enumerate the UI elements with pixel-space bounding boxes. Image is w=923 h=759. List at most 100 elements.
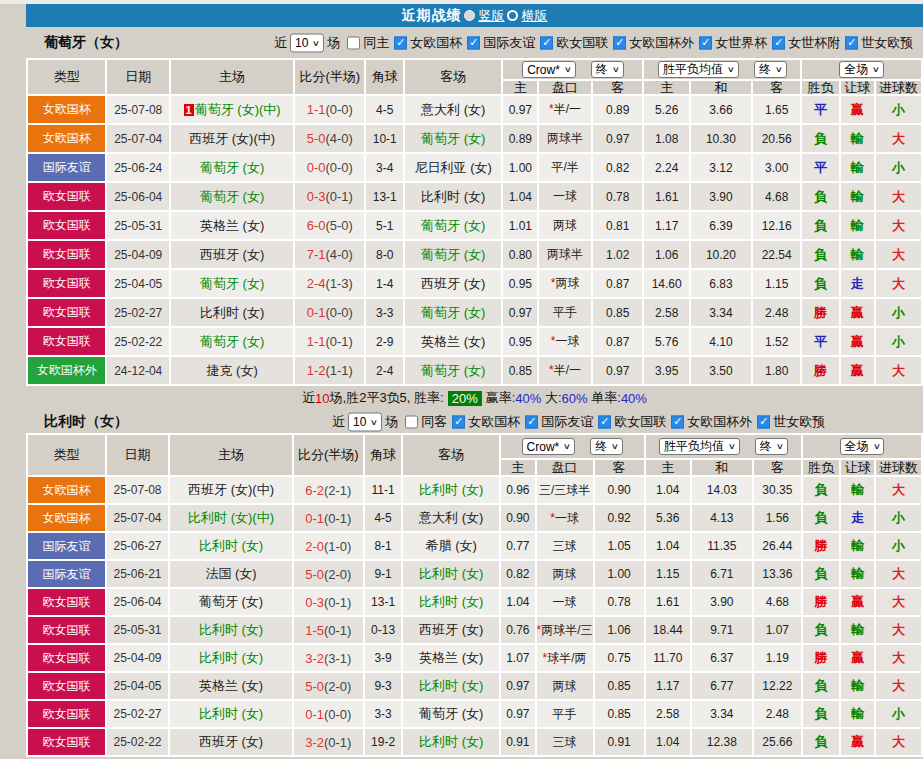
scope-select[interactable]: 全场∨	[839, 61, 884, 78]
away-team: 葡萄牙 (女)	[405, 299, 501, 326]
bookmaker-select[interactable]: Crow*∨	[522, 61, 576, 78]
results-table: 类型日期主场比分(半场)角球客场Crow*∨终∨胜平负均值∨终∨全场∨主盘口客主…	[26, 433, 923, 757]
radio-vertical-layout[interactable]	[464, 10, 475, 21]
vertical-layout-label[interactable]: 竖版	[479, 7, 505, 25]
odds-home: 0.82	[501, 561, 535, 587]
match-row: 欧女国联25-06-04葡萄牙 (女)0-3(0-1)13-1比利时 (女)1.…	[28, 589, 921, 615]
same-side-checkbox[interactable]	[347, 36, 360, 49]
odds-away: 1.06	[595, 617, 644, 643]
result-goals: 大	[876, 617, 921, 643]
handicap: 三/三球半	[537, 477, 593, 503]
score-half: (0-1)	[324, 511, 351, 526]
handicap-rate-label: 赢率:	[486, 389, 516, 407]
result-wdl: 勝	[803, 589, 839, 615]
competition-checkbox[interactable]	[613, 36, 626, 49]
score-half: (5-0)	[325, 218, 352, 233]
competition-checkbox[interactable]	[671, 415, 684, 428]
score-half: (2-0)	[324, 679, 351, 694]
corner-score: 13-1	[366, 183, 403, 210]
odds-time-select[interactable]: 终∨	[590, 438, 623, 455]
competition-checkbox[interactable]	[699, 36, 712, 49]
competition-checkbox[interactable]	[394, 36, 407, 49]
odds-away: 0.87	[593, 328, 642, 355]
competition-checkbox[interactable]	[525, 415, 538, 428]
competition-checkbox[interactable]	[845, 36, 858, 49]
match-date: 25-07-04	[107, 125, 169, 152]
avg-time-select[interactable]: 终∨	[754, 61, 787, 78]
win-rate-badge: 20%	[448, 391, 482, 406]
score-full: 0-1	[305, 511, 324, 526]
horizontal-layout-label[interactable]: 横版	[522, 7, 548, 25]
avg-win: 1.04	[646, 533, 690, 559]
match-row: 欧女国联25-06-04葡萄牙 (女)0-3(0-1)13-1比利时 (女)1.…	[28, 183, 921, 210]
odds-away: 0.87	[593, 270, 642, 297]
home-team: 西班牙 (女)	[171, 241, 293, 268]
away-team: 希腊 (女)	[403, 533, 499, 559]
scope-select[interactable]: 全场∨	[840, 438, 885, 455]
header-col-type: 类型	[28, 60, 105, 94]
match-row: 欧女国联25-02-27比利时 (女)0-1(0-0)3-3葡萄牙 (女)0.9…	[28, 299, 921, 326]
summary-count: 10	[315, 391, 329, 406]
results-table-wrap: 类型日期主场比分(半场)角球客场Crow*∨终∨胜平负均值∨终∨全场∨主盘口客主…	[26, 433, 923, 757]
match-date: 25-02-22	[107, 729, 168, 755]
bookmaker-select[interactable]: Crow*∨	[522, 438, 576, 455]
score-half: (0-0)	[325, 305, 352, 320]
competition-checkbox[interactable]	[772, 36, 785, 49]
score-full: 2-4	[307, 276, 326, 291]
header-sub-3: 主	[644, 81, 689, 94]
summary-prefix: 近	[302, 389, 315, 407]
competition-checkbox[interactable]	[452, 415, 465, 428]
odds-away: 0.97	[593, 357, 642, 384]
odds-away: 0.89	[593, 96, 642, 123]
score-half: (0-0)	[325, 160, 352, 175]
score-full: 0-3	[305, 595, 324, 610]
result-handicap: 輸	[841, 533, 874, 559]
odds-time-select[interactable]: 终∨	[591, 61, 624, 78]
corner-score: 1-4	[366, 270, 403, 297]
same-side-label: 同主	[363, 34, 389, 52]
avg-win: 1.08	[644, 125, 689, 152]
match-row: 女欧国杯25-07-08西班牙 (女)(中)6-2(2-1)11-1比利时 (女…	[28, 477, 921, 503]
filter-controls: 近10∨场同客女欧国杯国际友谊欧女国联女欧国杯外世女欧预	[332, 412, 830, 431]
home-team: 比利时 (女)	[170, 645, 292, 671]
recent-count-select[interactable]: 10∨	[290, 33, 324, 52]
avg-type-select-value: 胜平负均值	[664, 438, 724, 455]
result-handicap: 輸	[841, 125, 874, 152]
avg-draw: 10.30	[691, 125, 751, 152]
chevron-down-icon: ∨	[776, 442, 784, 451]
home-team: 比利时 (女)	[170, 701, 292, 727]
avg-type-select[interactable]: 胜平负均值∨	[658, 61, 739, 78]
avg-draw: 11.35	[692, 533, 752, 559]
same-side-checkbox[interactable]	[405, 415, 418, 428]
handicap: 平手	[537, 701, 593, 727]
team-name: 比利时（女）	[44, 413, 128, 431]
avg-draw: 6.37	[692, 645, 752, 671]
radio-horizontal-layout[interactable]	[507, 10, 518, 21]
result-wdl: 負	[802, 212, 838, 239]
competition-checkbox[interactable]	[598, 415, 611, 428]
header-sub-7: 让球	[841, 460, 874, 475]
score-half: (4-0)	[325, 131, 352, 146]
score-full: 2-0	[305, 539, 324, 554]
result-wdl: 負	[803, 477, 839, 503]
avg-type-select[interactable]: 胜平负均值∨	[659, 438, 740, 455]
header-col-home: 主场	[170, 435, 292, 475]
competition-checkbox[interactable]	[757, 415, 770, 428]
result-wdl: 負	[803, 505, 839, 531]
competition-checkbox[interactable]	[467, 36, 480, 49]
result-goals: 大	[876, 212, 921, 239]
corner-score: 2-9	[366, 328, 403, 355]
competition-label: 欧女国联	[614, 413, 666, 431]
team-section: 葡萄牙（女）近10∨场同主女欧国杯国际友谊欧女国联女欧国杯外女世界杯女世杯附世女…	[26, 27, 923, 410]
avg-lose: 4.68	[753, 183, 800, 210]
away-team: 比利时 (女)	[403, 729, 499, 755]
result-goals: 小	[876, 701, 921, 727]
live-star: *	[549, 102, 554, 116]
recent-count-select[interactable]: 10∨	[348, 412, 382, 431]
avg-time-select[interactable]: 终∨	[755, 438, 788, 455]
big-rate-value: 60%	[562, 391, 588, 406]
result-wdl: 勝	[803, 645, 839, 671]
result-goals: 大	[876, 125, 921, 152]
competition-checkbox[interactable]	[540, 36, 553, 49]
match-date: 25-04-09	[107, 645, 168, 671]
